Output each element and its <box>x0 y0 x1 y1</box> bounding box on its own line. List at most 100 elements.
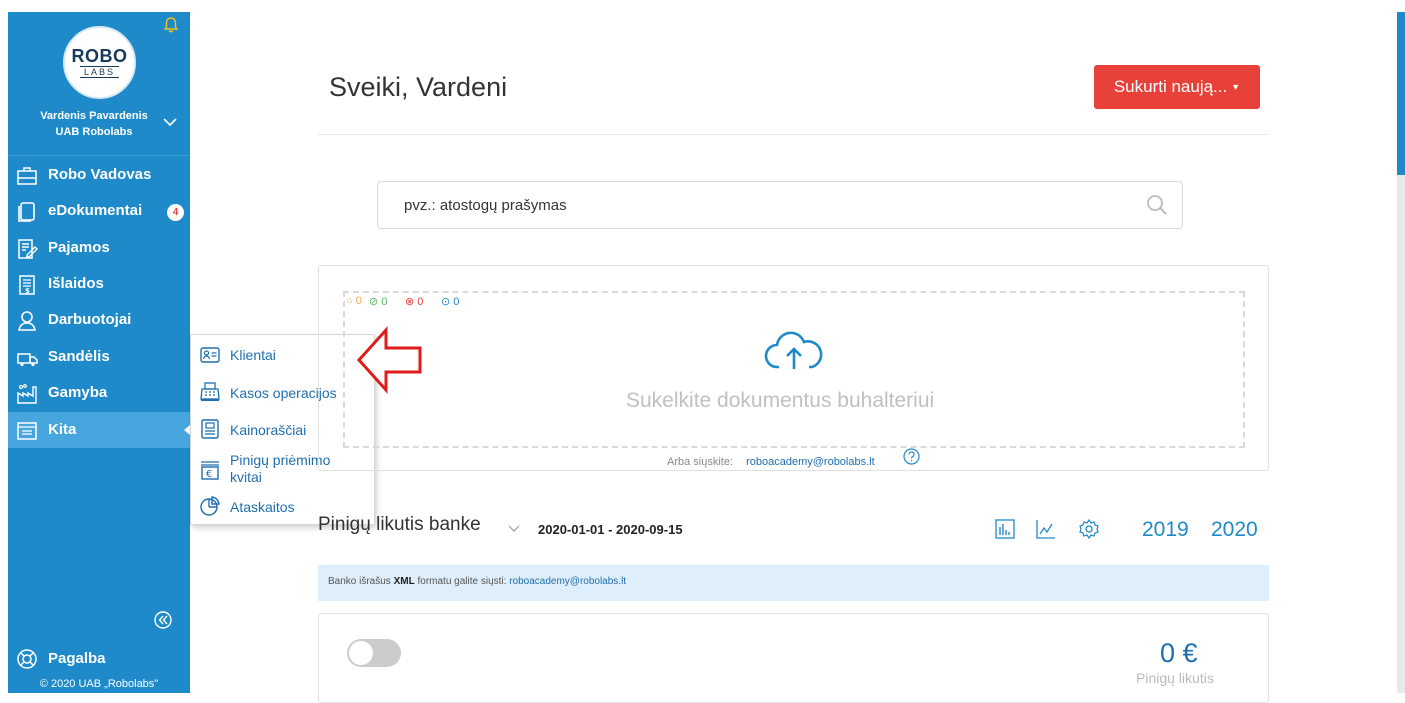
upload-email-link[interactable]: roboacademy@robolabs.lt <box>746 456 875 468</box>
user-name: Vardenis Pavardenis <box>40 110 148 122</box>
notification-badge: 4 <box>167 204 184 221</box>
error-count: ⊗ 0 <box>405 295 423 308</box>
email-hint-label: Arba siųskite: <box>667 456 734 468</box>
chevron-down-icon[interactable] <box>163 118 177 126</box>
euro-receipt-icon: € <box>201 461 219 480</box>
info-email-link[interactable]: roboacademy@robolabs.lt <box>509 576 626 587</box>
check-icon: ⊘ <box>369 296 379 308</box>
sidebar-divider <box>8 155 190 156</box>
sidebar: ROBO LABS Vardenis Pavardenis UAB Robola… <box>8 12 190 693</box>
contact-card-icon <box>200 347 220 363</box>
pending-icon: ○ <box>346 295 353 307</box>
cash-register-icon <box>200 382 220 401</box>
error-value: 0 <box>417 296 424 308</box>
page-title: Sveiki, Vardeni <box>329 72 508 102</box>
sidebar-item-label: Robo Vadovas <box>48 166 152 183</box>
factory-icon <box>17 384 37 404</box>
sidebar-item-robo-vadovas[interactable]: Robo Vadovas <box>8 157 190 193</box>
unknown-count: ⊙ 0 <box>441 295 459 308</box>
balance-amount-label: Pinigų likutis <box>1136 670 1214 686</box>
year-2019-tab[interactable]: 2019 <box>1142 518 1189 542</box>
pie-chart-icon <box>200 496 220 516</box>
sidebar-item-gamyba[interactable]: Gamyba <box>8 375 190 411</box>
employee-icon <box>18 311 36 331</box>
invoice-pen-icon <box>18 239 38 259</box>
logo-text: ROBO <box>71 46 128 66</box>
receipt-icon: $ <box>19 275 35 295</box>
briefcase-icon <box>17 167 37 185</box>
user-menu[interactable]: Vardenis Pavardenis UAB Robolabs <box>26 108 162 140</box>
balance-toggle[interactable] <box>347 639 401 667</box>
settings-gear-icon[interactable] <box>1078 518 1100 540</box>
bar-chart-icon[interactable] <box>994 518 1016 540</box>
submenu-item-label: Kainoraščiai <box>230 422 307 438</box>
submenu-item-label: Klientai <box>230 347 276 363</box>
info-prefix: Banko išrašus <box>328 576 391 587</box>
bell-icon[interactable] <box>163 16 179 34</box>
balance-amount: 0 € <box>1160 638 1198 668</box>
sidebar-item-kita[interactable]: Kita <box>8 412 190 448</box>
help-link[interactable]: Pagalba <box>16 648 190 674</box>
submenu-item-label-line1: Pinigų priėmimo <box>230 452 331 468</box>
collapse-sidebar-icon[interactable] <box>154 611 172 629</box>
error-icon: ⊗ <box>405 296 415 308</box>
create-new-label: Sukurti naują... <box>1113 77 1228 96</box>
sidebar-item-label: eDokumentai <box>48 202 143 219</box>
help-question-icon[interactable] <box>903 448 920 465</box>
sidebar-item-label: Išlaidos <box>48 275 104 292</box>
date-range[interactable]: 2020-01-01 - 2020-09-15 <box>538 522 683 537</box>
annotation-arrow <box>356 326 422 394</box>
sidebar-item-label: Pajamos <box>48 239 110 256</box>
sidebar-item-sandelis[interactable]: Sandėlis <box>8 339 190 375</box>
cloud-upload-icon <box>764 331 823 369</box>
bank-balance-title[interactable]: Pinigų likutis banke <box>318 514 481 536</box>
unknown-value: 0 <box>453 296 460 308</box>
price-list-icon <box>201 419 219 439</box>
sidebar-item-darbuotojai[interactable]: Darbuotojai <box>8 302 190 338</box>
email-hint: Arba siųskite: roboacademy@robolabs.lt <box>667 456 875 468</box>
sidebar-item-label: Darbuotojai <box>48 311 132 328</box>
toggle-knob <box>349 641 373 665</box>
success-count: ⊘ 0 <box>369 295 387 308</box>
pending-count: ○ 0 <box>346 295 362 307</box>
create-new-button[interactable]: Sukurti naują... ▼ <box>1094 65 1260 109</box>
search-box <box>377 181 1183 229</box>
sidebar-item-islaidos[interactable]: $ Išlaidos <box>8 266 190 302</box>
info-banner: Banko išrašus XML formatu galite siųsti:… <box>318 565 1269 601</box>
other-icon <box>17 422 37 440</box>
line-chart-icon[interactable] <box>1035 518 1057 540</box>
header-divider <box>318 134 1269 135</box>
sidebar-item-edokumentai[interactable]: eDokumentai 4 <box>8 193 190 229</box>
search-input[interactable] <box>402 196 1106 215</box>
submenu-item-label: Pinigų priėmimo kvitai <box>230 452 330 486</box>
help-lifebuoy-icon <box>17 649 37 669</box>
submenu-item-label-line2: kvitai <box>230 469 262 485</box>
success-value: 0 <box>381 296 388 308</box>
sidebar-item-label: Sandėlis <box>48 348 110 365</box>
scrollbar-thumb[interactable] <box>1397 12 1405 175</box>
copyright: © 2020 UAB „Robolabs" <box>39 678 159 690</box>
info-bold: XML <box>393 576 415 587</box>
balance-card <box>318 613 1269 703</box>
svg-text:$: $ <box>25 287 30 295</box>
upload-instruction: Sukelkite dokumentus buhalteriui <box>626 389 935 412</box>
year-2020-tab[interactable]: 2020 <box>1211 518 1258 542</box>
svg-text:€: € <box>206 469 212 480</box>
caret-down-icon: ▼ <box>1231 82 1241 92</box>
sidebar-item-label: Gamyba <box>48 384 108 401</box>
documents-icon <box>18 202 35 222</box>
truck-icon <box>17 353 38 367</box>
pending-value: 0 <box>355 295 362 307</box>
submenu-item-label: Ataskaitos <box>230 499 295 515</box>
logo-subtext: LABS <box>79 66 119 78</box>
help-label: Pagalba <box>48 650 106 667</box>
question-icon: ⊙ <box>441 296 451 308</box>
sidebar-item-pajamos[interactable]: Pajamos <box>8 230 190 266</box>
info-mid: formatu galite siųsti: <box>417 576 507 587</box>
robolabs-logo[interactable]: ROBO LABS <box>63 26 136 99</box>
sidebar-item-label: Kita <box>48 421 77 438</box>
search-icon[interactable] <box>1145 193 1169 217</box>
chevron-down-icon[interactable] <box>508 525 520 532</box>
window-edge <box>0 0 8 693</box>
company-name: UAB Robolabs <box>55 126 133 138</box>
